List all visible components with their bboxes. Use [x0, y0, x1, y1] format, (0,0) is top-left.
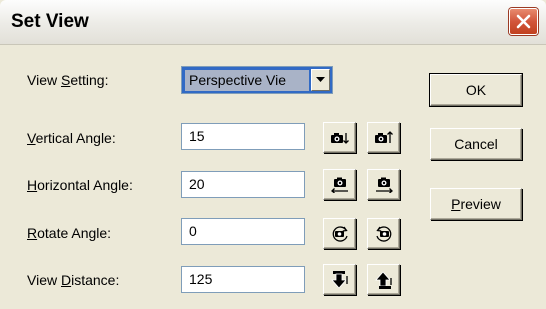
horizontal-angle-input[interactable]: 20: [181, 171, 305, 198]
set-view-dialog: Set View View Setting: Perspective Vie V…: [0, 0, 546, 309]
rotate-angle-cw-button[interactable]: [367, 218, 400, 249]
view-setting-label: View Setting:: [27, 72, 109, 88]
camera-tilt-up-icon: [374, 130, 393, 143]
camera-pan-right-icon: [375, 177, 393, 193]
view-distance-closer-button[interactable]: [323, 264, 356, 295]
dropdown-arrow-button[interactable]: [311, 69, 330, 91]
window-title: Set View: [11, 11, 89, 32]
view-distance-away-button[interactable]: [367, 264, 400, 295]
camera-rotate-ccw-icon: [332, 225, 348, 242]
rotate-angle-label: Rotate Angle:: [27, 225, 112, 241]
preview-label: review: [460, 196, 501, 212]
title-bar[interactable]: Set View: [0, 0, 546, 45]
close-button[interactable]: [509, 8, 538, 35]
camera-rotate-cw-icon: [375, 225, 391, 242]
rotate-angle-ccw-button[interactable]: [323, 218, 356, 249]
view-setting-dropdown[interactable]: Perspective Vie: [181, 66, 333, 94]
horizontal-angle-label: Horizontal Angle:: [27, 177, 133, 193]
vertical-angle-label: Vertical Angle:: [27, 130, 116, 146]
horizontal-angle-right-button[interactable]: [367, 169, 400, 200]
view-distance-label: View Distance:: [27, 272, 120, 288]
preview-button[interactable]: Preview: [430, 188, 522, 220]
horizontal-angle-left-button[interactable]: [323, 169, 356, 200]
close-icon: [516, 14, 531, 29]
chevron-down-icon: [316, 77, 325, 82]
ok-button[interactable]: OK: [430, 74, 522, 106]
move-away-icon: [374, 270, 392, 289]
vertical-angle-down-button[interactable]: [323, 122, 356, 153]
vertical-angle-input[interactable]: 15: [181, 123, 305, 150]
cancel-button[interactable]: Cancel: [430, 128, 522, 160]
vertical-angle-up-button[interactable]: [367, 122, 400, 153]
camera-tilt-down-icon: [330, 132, 349, 144]
rotate-angle-input[interactable]: 0: [181, 218, 305, 245]
view-distance-input[interactable]: 125: [181, 266, 305, 293]
camera-pan-left-icon: [330, 177, 348, 193]
view-setting-value: Perspective Vie: [185, 70, 309, 91]
move-closer-icon: [330, 270, 348, 289]
